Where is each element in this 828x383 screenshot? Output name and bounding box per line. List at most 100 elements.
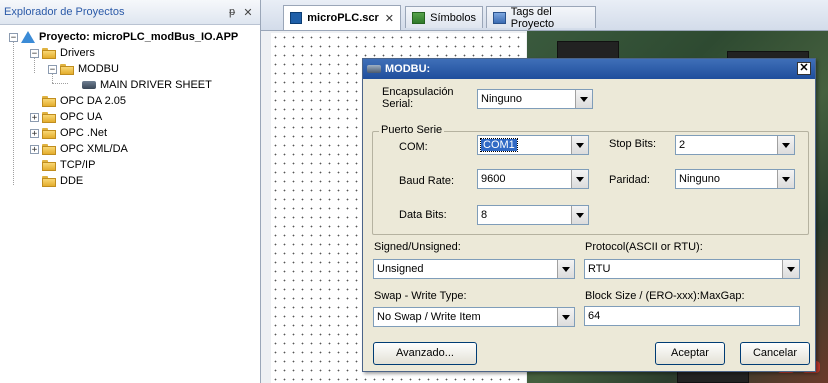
block-size-input[interactable]: 64 [584,306,800,326]
tree-item-label: Proyecto: microPLC_modBus_IO.APP [39,31,239,43]
tree-item-label: OPC .Net [60,127,108,139]
select-value: 2 [679,139,686,151]
modbu-dialog: MODBU: ✕ Encapsulación Serial: Ninguno P… [362,58,816,372]
tree-item-main-driver-sheet[interactable]: MAIN DRIVER SHEET [82,77,212,93]
document-tab-bar: microPLC.scr ✕ Símbolos Tags del Proyect… [261,0,828,31]
encapsulacion-label: Encapsulación Serial: [382,86,454,110]
stop-bits-select[interactable]: 2 [675,135,795,155]
tree-item-label: OPC XML/DA [60,143,128,155]
folder-icon [42,111,56,123]
pin-icon[interactable]: ᵽ [224,6,240,18]
chevron-down-icon[interactable] [575,90,592,108]
select-value-highlight: COM1 [480,138,518,152]
signed-select[interactable]: Unsigned [373,259,575,279]
tree-item-tcpip[interactable]: TCP/IP [42,157,95,173]
tree-item-drivers[interactable]: − Drivers [30,45,95,61]
block-size-label: Block Size / (ERO-xxx):MaxGap: [585,290,745,302]
tree-item-opc-net[interactable]: + OPC .Net [30,125,107,141]
driver-icon [367,65,381,73]
tree-item-label: TCP/IP [60,159,96,171]
explorer-title: Explorador de Proyectos [4,6,125,18]
tree-item-opc-da[interactable]: OPC DA 2.05 [42,93,126,109]
tree-item-dde[interactable]: DDE [42,173,83,189]
tree-item-opc-xml[interactable]: + OPC XML/DA [30,141,128,157]
folder-icon [42,127,56,139]
screen-icon [290,12,303,24]
avanzado-button[interactable]: Avanzado... [373,342,477,365]
stop-bits-label: Stop Bits: [609,138,657,150]
chevron-down-icon[interactable] [782,260,799,278]
tree-item-opc-ua[interactable]: + OPC UA [30,109,102,125]
tab-simbolos[interactable]: Símbolos [405,6,483,28]
collapse-icon[interactable]: − [48,64,57,74]
folder-icon [42,159,56,171]
tags-icon [493,11,506,24]
aceptar-button[interactable]: Aceptar [655,342,725,365]
select-value: Ninguno [481,93,522,105]
folder-icon [60,63,74,75]
dialog-close-button[interactable]: ✕ [797,62,811,75]
close-icon[interactable]: ✕ [240,6,256,19]
encapsulacion-select[interactable]: Ninguno [477,89,593,109]
tree-connector [52,83,68,84]
chevron-down-icon[interactable] [557,308,574,326]
select-value: COM1 [478,136,571,154]
tree-item-modbu[interactable]: − MODBU [48,61,119,77]
swap-select[interactable]: No Swap / Write Item [373,307,575,327]
paridad-label: Paridad: [609,174,650,186]
baud-rate-label: Baud Rate: [399,175,455,187]
select-value: No Swap / Write Item [377,311,481,323]
tab-label: microPLC.scr [307,12,379,24]
tab-tags-del-proyecto[interactable]: Tags del Proyecto [486,5,596,30]
close-icon[interactable]: ✕ [385,12,394,25]
protocol-label: Protocol(ASCII or RTU): [585,241,703,253]
project-icon [21,31,35,43]
folder-icon [42,47,56,59]
folder-icon [42,143,56,155]
collapse-icon[interactable]: − [9,32,18,42]
project-explorer-panel: Explorador de Proyectos ᵽ ✕ − Proyecto: … [0,0,261,383]
tree-item-label: MAIN DRIVER SHEET [100,79,212,91]
select-value: Ninguno [679,173,720,185]
select-value: Unsigned [377,263,424,275]
tree-item-label: MODBU [78,63,119,75]
collapse-icon[interactable]: − [30,48,39,58]
tree-item-project[interactable]: − Proyecto: microPLC_modBus_IO.APP [9,29,238,45]
swap-label: Swap - Write Type: [374,290,467,302]
expand-icon[interactable]: + [30,144,39,154]
select-value: 8 [481,209,488,221]
paridad-select[interactable]: Ninguno [675,169,795,189]
dialog-title: MODBU: [385,63,431,75]
tab-label: Símbolos [430,11,476,24]
baud-rate-select[interactable]: 9600 [477,169,589,189]
chevron-down-icon[interactable] [571,136,588,154]
com-select[interactable]: COM1 [477,135,589,155]
tree-connector [13,37,14,185]
cancelar-button[interactable]: Cancelar [740,342,810,365]
expand-icon[interactable]: + [30,112,39,122]
driver-sheet-icon [82,81,96,89]
signed-label: Signed/Unsigned: [374,241,461,253]
tree-item-label: Drivers [60,47,95,59]
data-bits-select[interactable]: 8 [477,205,589,225]
folder-icon [42,175,56,187]
chevron-down-icon[interactable] [557,260,574,278]
tree-item-label: DDE [60,175,84,187]
chevron-down-icon[interactable] [777,170,794,188]
tree-item-label: OPC DA 2.05 [60,95,127,107]
explorer-titlebar: Explorador de Proyectos ᵽ ✕ [0,0,260,25]
chevron-down-icon[interactable] [571,170,588,188]
dialog-titlebar: MODBU: [363,59,815,79]
tab-label: Tags del Proyecto [510,5,555,30]
puerto-serie-title: Puerto Serie [379,124,445,136]
symbols-icon [412,11,426,24]
data-bits-label: Data Bits: [399,209,447,221]
tab-microplc-scr[interactable]: microPLC.scr ✕ [283,5,401,30]
expand-icon[interactable]: + [30,128,39,138]
com-label: COM: [399,141,428,153]
chevron-down-icon[interactable] [571,206,588,224]
protocol-select[interactable]: RTU [584,259,800,279]
chevron-down-icon[interactable] [777,136,794,154]
folder-icon [42,95,56,107]
select-value: 9600 [481,173,506,185]
